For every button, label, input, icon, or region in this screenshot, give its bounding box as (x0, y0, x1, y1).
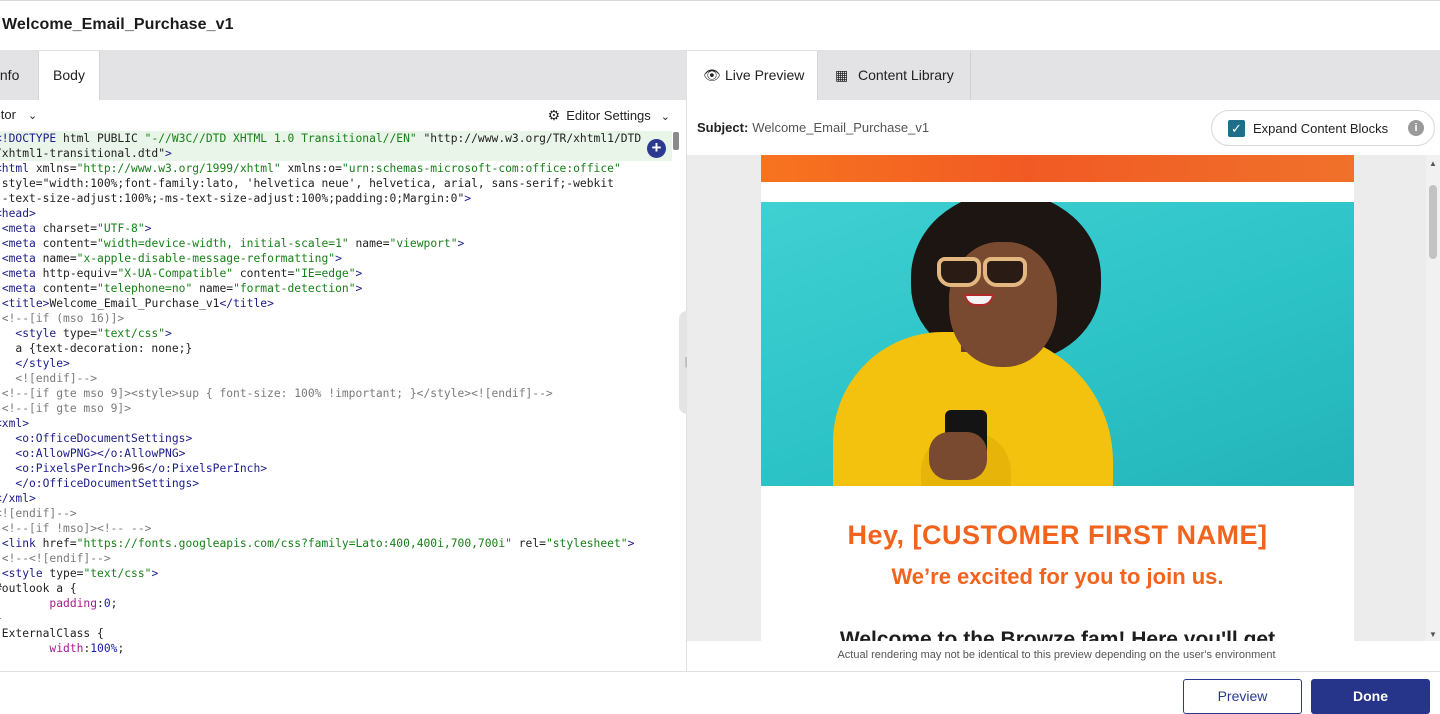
info-icon[interactable]: i (1408, 120, 1424, 136)
code-line: <meta content="width=device-width, initi… (1, 237, 465, 250)
expand-content-blocks-toggle[interactable]: ✓ Expand Content Blocks i (1211, 110, 1435, 146)
tab-live-preview[interactable]: 👁 Live Preview (687, 51, 818, 100)
code-line: <meta content="telephone=no" name="forma… (1, 282, 363, 295)
code-line: <html xmlns="http://www.w3.org/1999/xhtm… (0, 162, 621, 175)
grid-icon: ▦ (835, 67, 849, 83)
code-line: <style type="text/css"> (1, 567, 159, 580)
left-tab-bar: Info Body (0, 51, 686, 100)
gear-icon: ⚙ (547, 107, 561, 123)
code-editor-pane: Info Body Editor ⌄ ⚙ Editor Settings ⌄ <!DO… (0, 51, 686, 671)
code-line: width:100%; (49, 642, 125, 655)
tab-content-library[interactable]: ▦ Content Library (818, 51, 971, 100)
editor-mode-label: Editor (0, 107, 16, 122)
chevron-down-icon: ⌄ (27, 110, 38, 122)
tab-info[interactable]: Info (0, 51, 38, 100)
code-line: <!DOCTYPE html PUBLIC "-//W3C//DTD XHTML… (0, 131, 672, 146)
chevron-down-icon: ⌄ (660, 111, 670, 123)
email-subheading: We’re excited for you to join us. (891, 564, 1224, 589)
code-line: </o:OfficeDocumentSettings> (15, 477, 200, 490)
expand-content-blocks-label: Expand Content Blocks (1253, 121, 1389, 136)
done-button[interactable]: Done (1311, 679, 1430, 714)
editor-settings-button[interactable]: ⚙ Editor Settings ⌄ (548, 107, 670, 124)
scroll-down-icon[interactable]: ▼ (1429, 630, 1437, 639)
code-scroll-thumb[interactable] (673, 132, 679, 150)
code-line: padding:0; (49, 597, 118, 610)
preview-disclaimer: Actual rendering may not be identical to… (837, 649, 1276, 661)
code-line: a {text-decoration: none;} (0, 342, 193, 355)
hero-image (761, 202, 1354, 486)
email-heading: Hey, [CUSTOMER FIRST NAME] (847, 520, 1268, 550)
code-line: <title>Welcome_Email_Purchase_v1</title> (1, 297, 274, 310)
preview-pane: 👁 Live Preview ▦ Content Library Subject: W… (687, 51, 1440, 671)
page-title: Welcome_Email_Purchase_v1 (2, 16, 234, 33)
code-line: <meta http-equiv="X-UA-Compatible" conte… (1, 267, 363, 280)
code-line: <o:OfficeDocumentSettings> (15, 432, 193, 445)
code-line: <!--[if (mso 16)]> (0, 312, 125, 325)
code-line: <meta name="x-apple-disable-message-refo… (1, 252, 342, 265)
email-preview-viewport[interactable]: Hey, [CUSTOMER FIRST NAME] We’re excited… (687, 155, 1440, 641)
editor-mode-select[interactable]: Editor ⌄ (0, 107, 37, 122)
editor-toolbar: Editor ⌄ ⚙ Editor Settings ⌄ (0, 100, 686, 130)
code-line: <link href="https://fonts.googleapis.com… (1, 537, 635, 550)
code-line: <!--[if !mso]><!-- --> (0, 522, 152, 535)
tab-content-library-label: Content Library (858, 67, 954, 83)
eye-icon: 👁 (703, 67, 721, 83)
subject-label: Subject: (697, 120, 749, 135)
code-line: style="width:100%;font-family:lato, 'hel… (0, 177, 614, 190)
code-line: </style> (15, 357, 70, 370)
code-line: <meta charset="UTF-8"> (1, 222, 152, 235)
subject-value: Welcome_Email_Purchase_v1 (752, 120, 930, 135)
code-line: <head> (0, 207, 36, 220)
editor-settings-label: Editor Settings (566, 108, 651, 123)
subject-line: Subject: Welcome_Email_Purchase_v1 (697, 120, 929, 135)
preview-scroll-thumb[interactable] (1429, 185, 1437, 259)
code-area[interactable]: <!DOCTYPE html PUBLIC "-//W3C//DTD XHTML… (0, 130, 672, 671)
code-line: <!--[if gte mso 9]> (0, 402, 132, 415)
tab-body[interactable]: Body (38, 51, 100, 100)
code-line: } (0, 611, 672, 626)
scroll-up-icon[interactable]: ▲ (1429, 159, 1437, 168)
code-line: .ExternalClass { (0, 627, 104, 640)
tab-live-preview-label: Live Preview (725, 67, 805, 83)
code-line: -text-size-adjust:100%;-ms-text-size-adj… (0, 192, 472, 205)
code-line: <![endif]--> (0, 507, 77, 520)
right-tab-bar: 👁 Live Preview ▦ Content Library (687, 51, 1440, 100)
code-line: <![endif]--> (0, 372, 98, 385)
code-line: <o:AllowPNG></o:AllowPNG> (15, 447, 186, 460)
preview-button[interactable]: Preview (1183, 679, 1302, 714)
title-bar: Welcome_Email_Purchase_v1 (0, 0, 1440, 51)
plus-circle-icon[interactable]: + (647, 139, 666, 158)
code-line: <!--<![endif]--> (0, 552, 111, 565)
code-line: <!--[if gte mso 9]><style>sup { font-siz… (0, 387, 553, 400)
code-line: </xml> (0, 492, 36, 505)
code-line: <style type="text/css"> (15, 327, 172, 340)
code-line: <xml> (0, 417, 30, 430)
code-line: /xhtml1-transitional.dtd"> (0, 146, 672, 161)
email-header-bar (761, 155, 1354, 182)
email-body-text: Welcome to the Browze fam! Here you'll g… (839, 628, 1276, 641)
checkbox-checked-icon[interactable]: ✓ (1228, 120, 1245, 137)
email-content: Hey, [CUSTOMER FIRST NAME] We’re excited… (761, 155, 1354, 641)
preview-scrollbar[interactable]: ▲ ▼ (1426, 155, 1440, 641)
code-line: #outlook a { (0, 582, 77, 595)
code-line: <o:PixelsPerInch>96</o:PixelsPerInch> (15, 462, 268, 475)
